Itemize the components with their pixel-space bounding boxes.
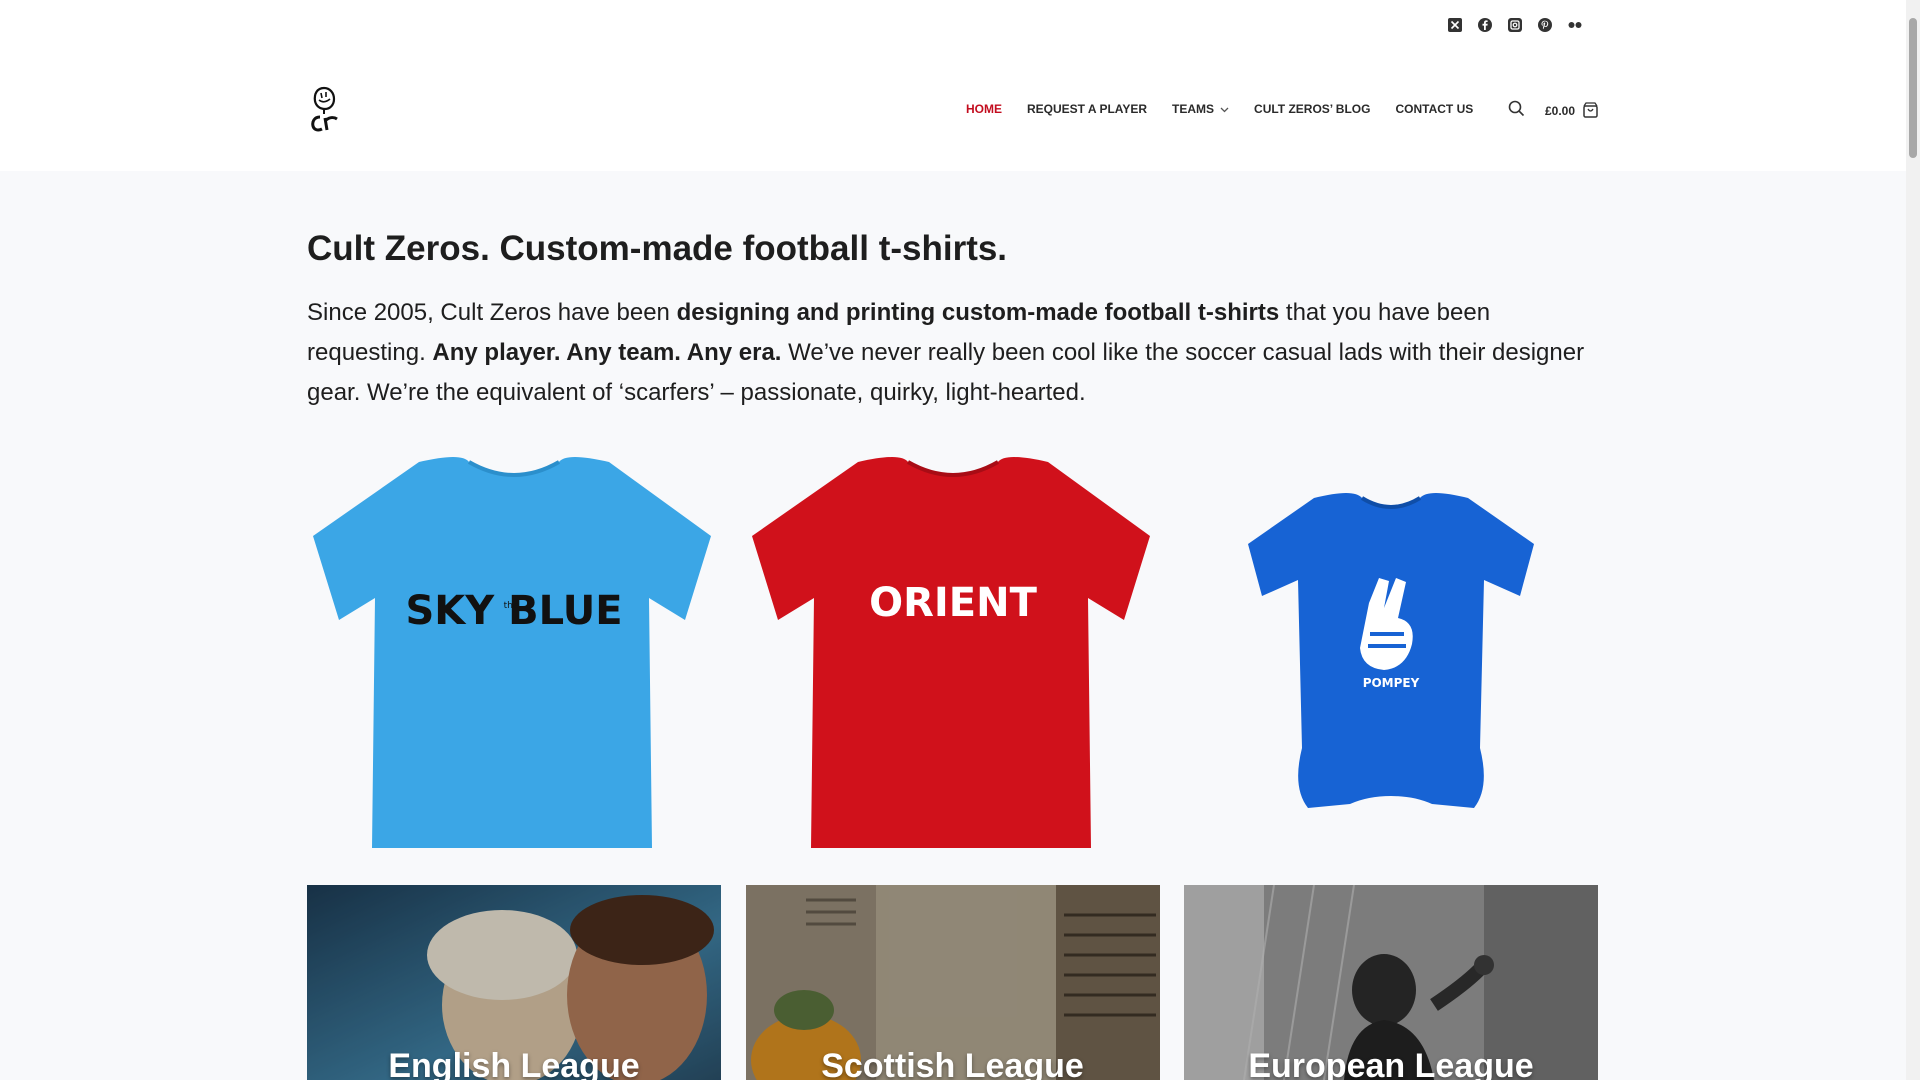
nav-item-label: Cult Zeros’ Blog [1254,102,1371,116]
league-title: English League [388,1047,640,1080]
product-print: SKY BLUE [405,588,622,634]
product-orient-tshirt[interactable]: ORIENT [746,448,1160,853]
tshirt-image: ORIENT [751,457,1150,848]
nav-item-blog[interactable]: Cult Zeros’ Blog [1254,102,1370,116]
nav-item-contact-us[interactable]: Contact Us [1395,102,1473,116]
league-card-english[interactable]: English League [307,885,721,1080]
league-card-scottish[interactable]: Scottish League [745,885,1160,1080]
main-content: Cult Zeros. Custom-made football t-shirt… [307,171,1598,413]
nav-item-label: Request a player [1027,102,1148,116]
nav-item-home[interactable]: Home [966,102,1002,116]
nav-item-label: Contact Us [1395,102,1474,116]
league-title: Scottish League [821,1047,1084,1080]
social-links [1446,16,1584,34]
product-sky-blue-tshirt[interactable]: SKY BLUE the [307,448,721,853]
x-twitter-icon[interactable] [1446,16,1464,34]
babygrow-image: POMPEY [1248,493,1534,808]
product-print: ORIENT [869,580,1037,626]
nav-item-teams[interactable]: Teams [1172,102,1229,116]
featured-products: SKY BLUE the ORIENT POMPEY [307,448,1598,853]
cart-total: £0.00 [1545,104,1576,118]
nav-item-label: Teams [1172,102,1215,116]
league-categories: English League Scottish League European … [307,885,1598,1080]
product-print-small: the [504,601,519,611]
intro-bold-text: Any player. Any team. Any era. [432,339,782,366]
page-title: Cult Zeros. Custom-made football t-shirt… [307,229,1008,268]
nav-item-label: Home [966,102,1002,116]
product-print: POMPEY [1363,676,1420,690]
facebook-icon[interactable] [1476,16,1494,34]
scrollbar-thumb[interactable] [1909,18,1917,158]
chevron-down-icon [1220,102,1229,116]
flickr-icon[interactable] [1566,16,1584,34]
cart-button[interactable]: £0.00 [1545,101,1598,121]
shopping-bag-icon [1583,101,1598,121]
intro-bold-text: designing and printing custom-made footb… [676,299,1280,326]
search-icon[interactable] [1508,100,1525,122]
league-title: European League [1248,1047,1534,1080]
nav-item-request-a-player[interactable]: Request a player [1027,102,1147,116]
intro-paragraph: Since 2005, Cult Zeros have been designi… [307,293,1598,413]
instagram-icon[interactable] [1506,16,1524,34]
header-tools: £0.00 [1508,100,1598,122]
page-scrollbar[interactable] [1906,0,1920,1080]
intro-text: Since 2005, Cult Zeros have been [307,299,677,326]
cult-zeros-logo-icon[interactable] [307,84,343,136]
product-pompey-babygrow[interactable]: POMPEY [1184,448,1598,853]
main-navigation: Home Request a player Teams Cult Zeros’ … [966,102,1498,116]
site-header: Home Request a player Teams Cult Zeros’ … [0,0,1906,171]
pinterest-icon[interactable] [1536,16,1554,34]
league-card-european[interactable]: European League [1184,885,1598,1080]
tshirt-image: SKY BLUE the [313,457,711,848]
